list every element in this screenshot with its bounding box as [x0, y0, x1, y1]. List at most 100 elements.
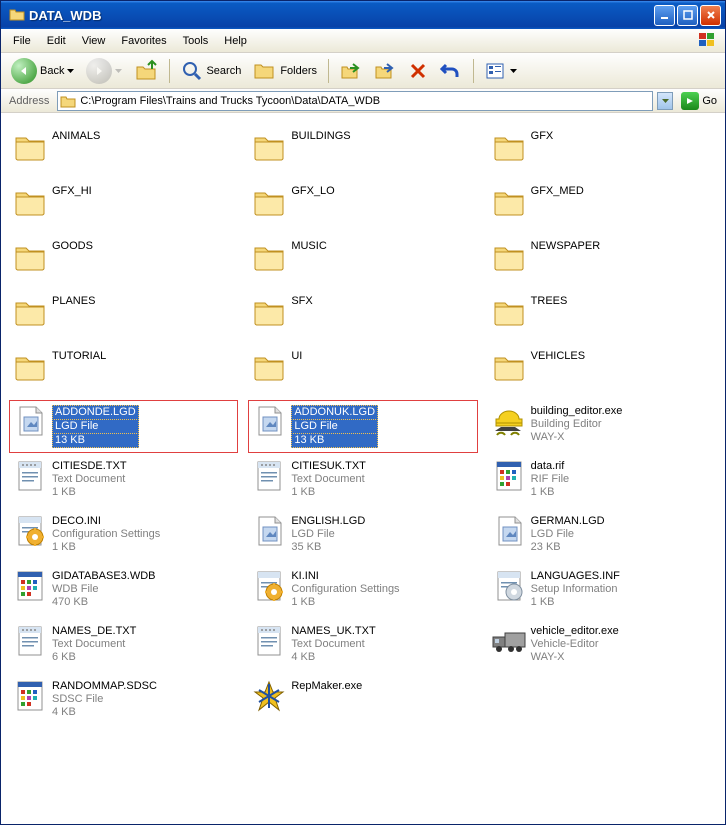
file-item[interactable]: GIDATABASE3.WDBWDB File470 KB — [9, 565, 238, 618]
folder-item[interactable]: MUSIC — [248, 235, 477, 288]
minimize-button[interactable] — [654, 5, 675, 26]
item-type: Text Document — [52, 473, 127, 486]
folder-icon — [12, 348, 48, 384]
item-type: LGD File — [291, 528, 365, 541]
file-item[interactable]: CITIESDE.TXTText Document1 KB — [9, 455, 238, 508]
file-item[interactable]: vehicle_editor.exeVehicle-EditorWAY-X — [488, 620, 717, 673]
folder-item[interactable]: UI — [248, 345, 477, 398]
folder-item[interactable]: GOODS — [9, 235, 238, 288]
folder-icon — [9, 7, 25, 23]
address-input-wrapper[interactable] — [57, 91, 653, 111]
file-item[interactable]: ADDONUK.LGDLGD File13 KB — [248, 400, 477, 453]
views-button[interactable] — [481, 58, 521, 84]
file-item[interactable]: CITIESUK.TXTText Document1 KB — [248, 455, 477, 508]
item-size: 4 KB — [52, 706, 157, 719]
maximize-button[interactable] — [677, 5, 698, 26]
item-type: Text Document — [291, 638, 375, 651]
folder-icon — [251, 238, 287, 274]
folder-item[interactable]: VEHICLES — [488, 345, 717, 398]
chevron-down-icon — [115, 69, 122, 73]
folder-item[interactable]: SFX — [248, 290, 477, 343]
folder-item[interactable]: GFX_LO — [248, 180, 477, 233]
item-name: GOODS — [52, 240, 93, 253]
undo-button[interactable] — [436, 58, 466, 84]
file-item[interactable]: NAMES_DE.TXTText Document6 KB — [9, 620, 238, 673]
menu-favorites[interactable]: Favorites — [113, 32, 174, 50]
menu-view[interactable]: View — [74, 32, 114, 50]
folder-icon — [491, 293, 527, 329]
item-size: 1 KB — [291, 486, 366, 499]
file-item[interactable]: NAMES_UK.TXTText Document4 KB — [248, 620, 477, 673]
lgd-icon — [251, 403, 287, 439]
item-size: 23 KB — [531, 541, 605, 554]
file-item[interactable]: RANDOMMAP.SDSCSDSC File4 KB — [9, 675, 238, 728]
file-item[interactable]: DECO.INIConfiguration Settings1 KB — [9, 510, 238, 563]
back-icon — [11, 58, 37, 84]
folder-item[interactable]: TREES — [488, 290, 717, 343]
item-name: RANDOMMAP.SDSC — [52, 680, 157, 693]
item-name: DECO.INI — [52, 515, 160, 528]
file-item[interactable]: RepMaker.exe — [248, 675, 477, 728]
go-button[interactable]: Go — [677, 90, 721, 112]
back-button[interactable]: Back — [7, 55, 78, 87]
item-name: data.rif — [531, 460, 570, 473]
copy-to-button[interactable] — [370, 57, 400, 85]
folder-icon — [12, 128, 48, 164]
menu-edit[interactable]: Edit — [39, 32, 74, 50]
search-button[interactable]: Search — [177, 57, 245, 85]
up-button[interactable] — [130, 56, 162, 86]
address-dropdown[interactable] — [657, 92, 673, 110]
item-name: MUSIC — [291, 240, 326, 253]
item-name: BUILDINGS — [291, 130, 350, 143]
item-type: SDSC File — [52, 693, 157, 706]
folder-item[interactable]: GFX_MED — [488, 180, 717, 233]
item-name: GFX_LO — [291, 185, 334, 198]
file-item[interactable]: KI.INIConfiguration Settings1 KB — [248, 565, 477, 618]
menu-help[interactable]: Help — [216, 32, 255, 50]
menu-file[interactable]: File — [5, 32, 39, 50]
folder-item[interactable]: GFX — [488, 125, 717, 178]
file-item[interactable]: ENGLISH.LGDLGD File35 KB — [248, 510, 477, 563]
folder-item[interactable]: TUTORIAL — [9, 345, 238, 398]
folder-item[interactable]: ANIMALS — [9, 125, 238, 178]
vehicleexe-icon — [491, 623, 527, 659]
item-name: vehicle_editor.exe — [531, 625, 619, 638]
item-name: PLANES — [52, 295, 95, 308]
views-icon — [485, 61, 507, 81]
item-type: Text Document — [291, 473, 366, 486]
folder-item[interactable]: NEWSPAPER — [488, 235, 717, 288]
file-item[interactable]: data.rifRIF File1 KB — [488, 455, 717, 508]
folder-item[interactable]: PLANES — [9, 290, 238, 343]
item-type: Building Editor — [531, 418, 623, 431]
delete-button[interactable] — [404, 58, 432, 84]
item-type: LGD File — [52, 419, 139, 434]
folder-icon — [251, 348, 287, 384]
item-name: CITIESDE.TXT — [52, 460, 127, 473]
file-list[interactable]: ANIMALS BUILDINGS GFX GFX_HI GFX_LO GFX_MED GO… — [1, 113, 725, 824]
lgd-icon — [251, 513, 287, 549]
file-item[interactable]: LANGUAGES.INFSetup Information1 KB — [488, 565, 717, 618]
item-name: KI.INI — [291, 570, 399, 583]
file-item[interactable]: building_editor.exeBuilding EditorWAY-X — [488, 400, 717, 453]
folder-icon — [491, 238, 527, 274]
address-input[interactable] — [80, 95, 650, 107]
lgd-icon — [12, 403, 48, 439]
folders-button[interactable]: Folders — [249, 57, 321, 85]
toolbar: Back Search Folders — [1, 53, 725, 89]
item-name: GFX_HI — [52, 185, 92, 198]
search-label: Search — [206, 65, 241, 77]
move-to-button[interactable] — [336, 57, 366, 85]
folder-item[interactable]: BUILDINGS — [248, 125, 477, 178]
file-item[interactable]: ADDONDE.LGDLGD File13 KB — [9, 400, 238, 453]
item-name: RepMaker.exe — [291, 680, 362, 693]
folder-item[interactable]: GFX_HI — [9, 180, 238, 233]
windows-flag-icon[interactable] — [697, 31, 719, 51]
item-name: LANGUAGES.INF — [531, 570, 620, 583]
folders-icon — [253, 60, 277, 82]
close-button[interactable] — [700, 5, 721, 26]
menu-tools[interactable]: Tools — [175, 32, 217, 50]
forward-button[interactable] — [82, 55, 126, 87]
item-size: 4 KB — [291, 651, 375, 664]
item-type: Text Document — [52, 638, 136, 651]
file-item[interactable]: GERMAN.LGDLGD File23 KB — [488, 510, 717, 563]
